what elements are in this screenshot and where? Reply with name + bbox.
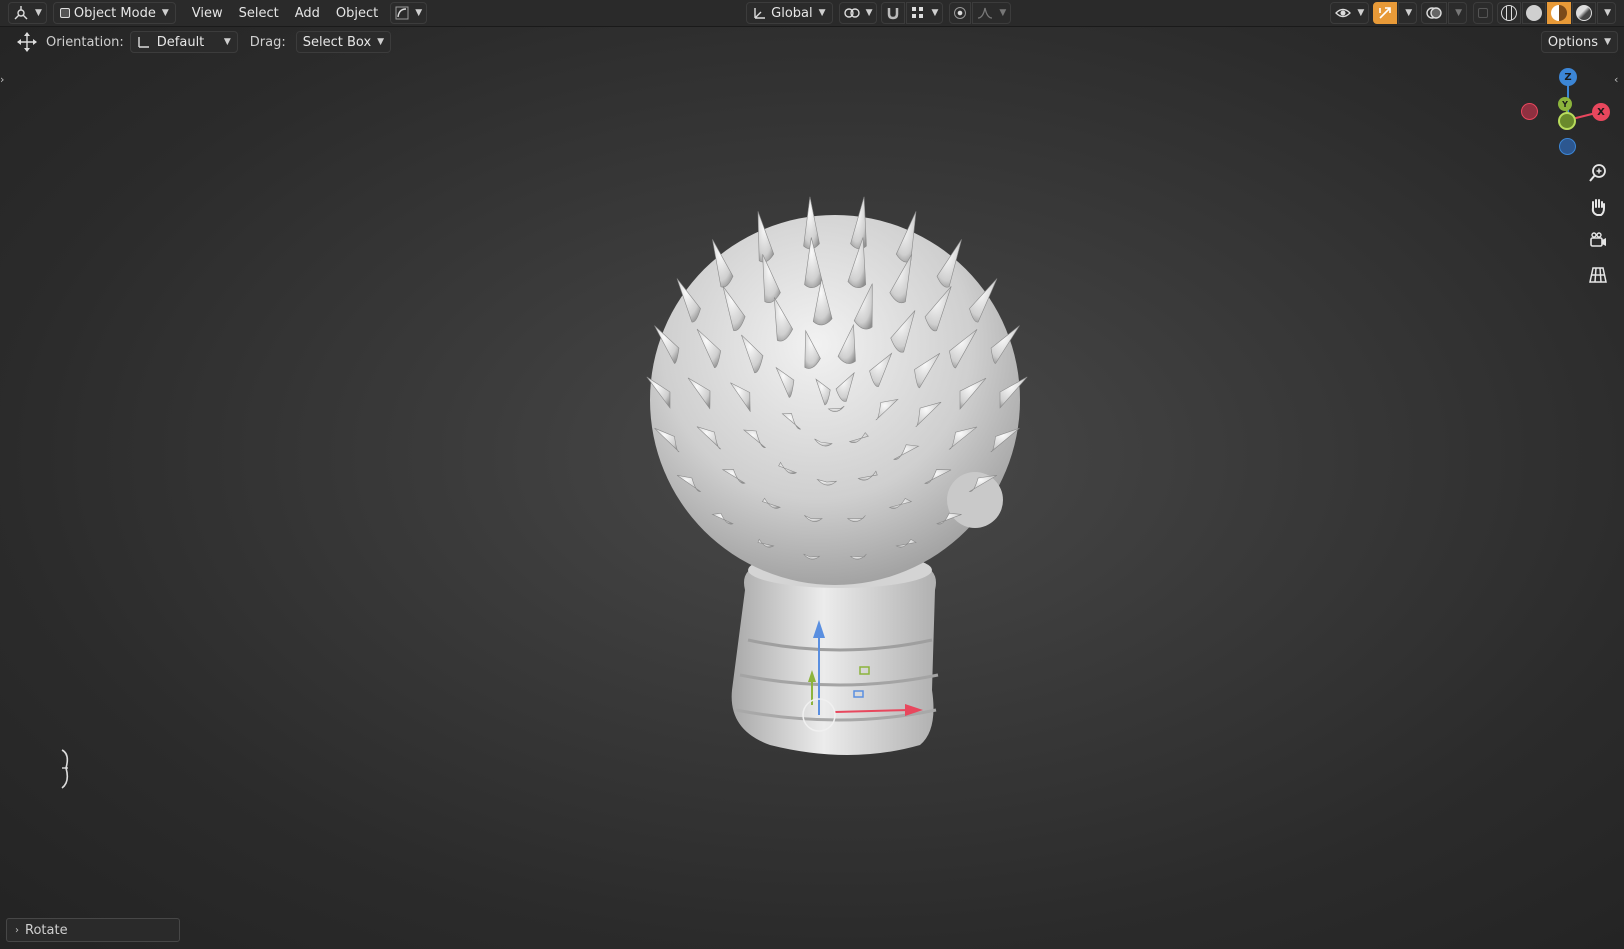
chevron-down-icon: ▼ [1604,8,1612,18]
zoom-icon [1589,164,1606,182]
chevron-down-icon: ▼ [931,8,939,18]
drag-label: Drag: [249,34,286,50]
object-mode-icon [59,8,70,18]
proportional-edit-toggle[interactable] [949,2,972,24]
shading-dropdown[interactable]: ▼ [1597,2,1617,24]
transform-orientation-dropdown[interactable]: Global ▼ [746,2,833,24]
overlays-dropdown[interactable]: ▼ [1448,2,1468,24]
gizmo-z-label: Z [1564,71,1572,83]
editor-type-button[interactable]: ▼ [8,2,47,24]
chevron-down-icon: ▼ [223,37,231,47]
pivot-link-icon [843,8,860,18]
overlays-icon [1426,7,1442,19]
camera-icon [1590,232,1606,247]
chevron-down-icon: ▼ [865,8,873,18]
pan-button[interactable] [1583,192,1613,222]
gpencil-dropdown[interactable]: ▼ [390,2,428,24]
toolbar-toggle-icon[interactable]: › [0,73,4,86]
menu-view[interactable]: View [184,2,231,24]
material-sphere-icon [1551,5,1568,21]
snap-toggle[interactable] [881,2,906,24]
shading-solid[interactable] [1522,2,1547,24]
grid-icon [1589,267,1607,283]
gizmo-neg-z[interactable] [1559,138,1576,155]
perspective-toggle-button[interactable] [1583,260,1613,290]
chevron-down-icon: ▼ [999,8,1007,18]
chevron-down-icon: ▼ [1357,8,1365,18]
hand-icon [1591,199,1605,216]
last-operator-label: Rotate [25,922,68,938]
cursor-icon [61,749,69,789]
gizmo-neg-y[interactable] [1558,112,1576,130]
camera-view-button[interactable] [1583,226,1613,256]
gizmo-y-axis[interactable]: Y [1558,97,1572,111]
curve-icon [395,6,409,20]
navigation-gizmo[interactable]: Z X Y [1508,62,1618,162]
visibility-dropdown[interactable]: ▼ [1330,2,1370,24]
chevron-down-icon: ▼ [1604,37,1611,47]
orientation-axis-icon [754,8,766,19]
gizmo-x-axis[interactable]: X [1592,103,1610,121]
chevron-down-icon: ▼ [1455,8,1463,18]
drag-dropdown[interactable]: Select Box ▼ [295,31,392,53]
eye-icon [1335,8,1352,18]
shading-wireframe[interactable] [1497,2,1522,24]
gizmo-neg-x[interactable] [1521,103,1538,120]
3d-viewport[interactable]: › ‹ Z X Y › Rotate [0,0,1624,949]
snap-target-dropdown[interactable]: ▼ [906,2,944,24]
menu-add[interactable]: Add [287,2,328,24]
mode-label: Object Mode [73,5,156,21]
gizmo-z-axis[interactable]: Z [1559,68,1577,86]
tool-settings-bar: Orientation: Default ▼ Drag: Select Box … [0,28,1624,56]
chevron-down-icon: ▼ [35,8,42,18]
magnet-icon [888,8,899,20]
xray-icon [1478,8,1489,18]
falloff-curve-icon [978,7,993,19]
chevron-down-icon: ▼ [161,8,169,18]
shading-rendered[interactable] [1572,2,1597,24]
pivot-point-dropdown[interactable]: ▼ [838,2,878,24]
drag-value: Select Box [302,34,372,50]
chevron-down-icon: ▼ [377,37,385,47]
gizmo-x-label: X [1597,106,1605,118]
gizmo-arrows-icon [1379,7,1392,19]
gizmo-y-label: Y [1562,99,1568,109]
gizmo-dropdown[interactable]: ▼ [1398,2,1418,24]
last-operator-panel[interactable]: › Rotate [6,918,180,942]
rendered-sphere-icon [1576,5,1593,21]
transform-orientation-label: Global [771,5,813,21]
viewport-header: ▼ Object Mode ▼ View Select Add Object ▼… [0,0,1624,27]
orientation-value: Default [156,34,205,50]
wireframe-sphere-icon [1501,5,1518,21]
orientation-dropdown[interactable]: Default ▼ [129,31,238,53]
chevron-down-icon: ▼ [818,8,826,18]
menu-object[interactable]: Object [328,2,386,24]
orientation-label: Orientation: [46,34,124,50]
expand-chevron-icon: › [15,924,19,936]
shading-material-preview[interactable] [1547,2,1572,24]
orientation-axis-icon [138,37,149,48]
chevron-down-icon: ▼ [1405,8,1413,18]
mode-dropdown[interactable]: Object Mode ▼ [52,2,176,24]
zoom-button[interactable] [1583,158,1613,188]
3d-viewport-icon [14,6,28,20]
falloff-dropdown[interactable]: ▼ [972,2,1012,24]
solid-sphere-icon [1526,5,1543,21]
options-dropdown[interactable]: Options ▼ [1540,31,1618,53]
sculpted-model[interactable] [620,170,1060,770]
options-label: Options [1547,34,1599,50]
xray-toggle[interactable] [1473,2,1494,24]
chevron-down-icon: ▼ [415,8,423,18]
move-tool-icon[interactable] [16,31,38,53]
menu-select[interactable]: Select [231,2,287,24]
proportional-edit-icon [954,7,967,19]
overlays-toggle[interactable] [1421,2,1448,24]
snap-grid-icon [912,7,924,18]
gizmo-toggle[interactable] [1373,2,1398,24]
